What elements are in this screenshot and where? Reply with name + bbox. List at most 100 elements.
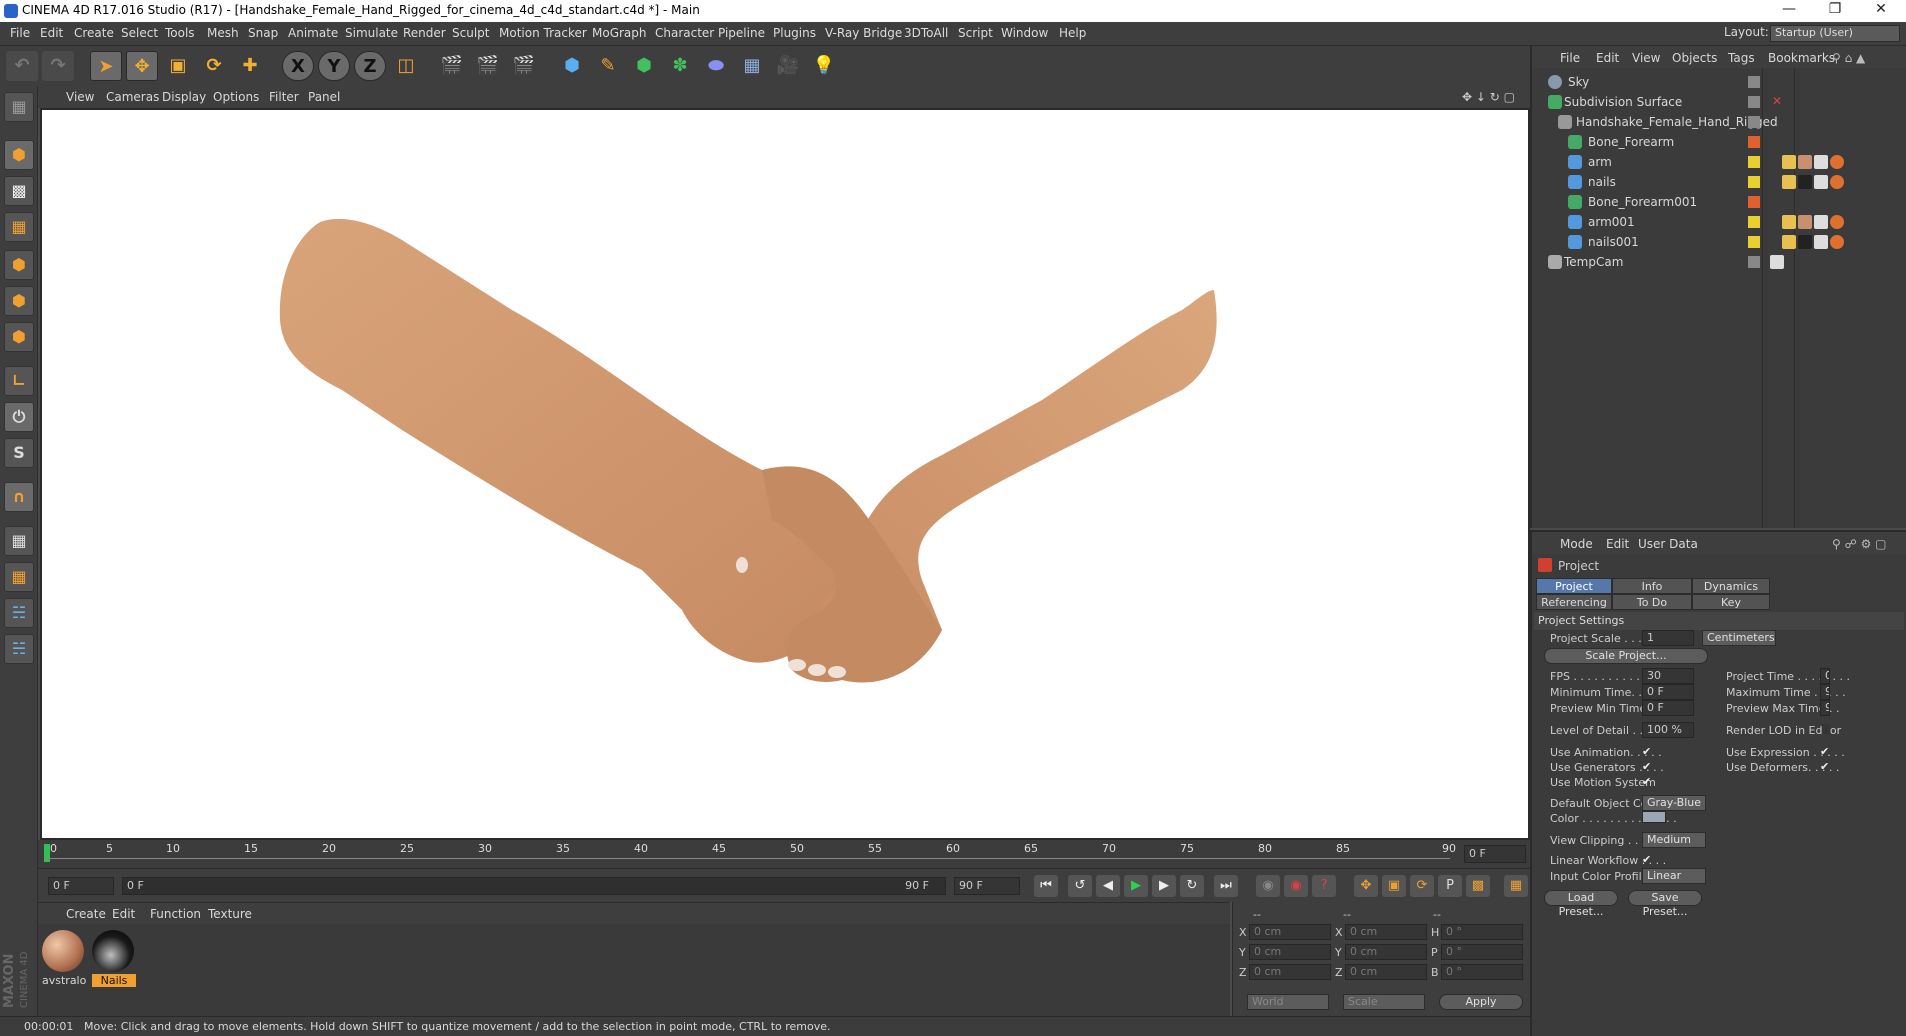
undo-button[interactable]: ↶ [6,51,38,81]
viewport-menu-cameras[interactable]: Cameras [106,90,159,104]
object-row-sky[interactable]: Sky [1532,72,1906,92]
object-menu-view[interactable]: View [1632,51,1660,65]
play-button[interactable]: ▶ [1124,875,1148,897]
autokey-button[interactable]: ◉ [1284,875,1308,897]
next-key-button[interactable]: ↻ [1180,875,1204,897]
next-frame-button[interactable]: ▶ [1152,875,1176,897]
material-menu-function[interactable]: Function [150,907,201,921]
material-tag-icon[interactable] [1798,215,1812,229]
attr-nav-icons[interactable]: ⚲ ☍ ⚙ ▢ [1832,537,1886,551]
tab-info[interactable]: Info [1612,578,1692,594]
viewport-menu-filter[interactable]: Filter [269,90,299,104]
material-nails[interactable]: Nails [92,930,136,987]
tab-to-do[interactable]: To Do [1612,594,1692,610]
menu-snap[interactable]: Snap [248,26,278,40]
3d-viewport[interactable] [40,108,1530,840]
object-menu-tags[interactable]: Tags [1728,51,1755,65]
material-tag-icon[interactable] [1798,235,1812,249]
material-tag-icon[interactable] [1798,175,1812,189]
project-scale-field[interactable]: 1 [1642,630,1694,646]
material-avstralo[interactable]: avstralo [42,930,86,987]
minimum-time-field[interactable]: 0 F [1642,684,1694,700]
size-z-field[interactable]: 0 cm [1345,964,1427,980]
axis-mode-button[interactable]: ∟ [4,366,34,396]
view-clipping-select[interactable]: Medium [1642,832,1706,848]
object-row-arm001[interactable]: arm001 [1532,212,1906,232]
menu-vray-bridge[interactable]: V-Ray Bridge [825,26,902,40]
linear-workflow-checkbox[interactable]: ✔ [1642,854,1654,866]
tab-dynamics[interactable]: Dynamics [1692,578,1770,594]
rotate-tool-button[interactable]: ⟳ [198,51,230,81]
skin-tag-icon[interactable] [1830,175,1844,189]
close-button[interactable]: ✕ [1858,1,1904,21]
menu-animate[interactable]: Animate [288,26,338,40]
fps-field[interactable]: 30 [1642,668,1694,684]
timeline-window-button[interactable]: ▦ [1504,875,1528,897]
planar-workplane-button[interactable]: ▦ [4,562,34,592]
goto-end-button[interactable]: ⏭ [1214,875,1238,897]
select-tool-button[interactable]: ➤ [90,51,122,81]
viewport-menu-panel[interactable]: Panel [308,90,340,104]
tab-referencing[interactable]: Referencing [1536,594,1612,610]
menu-render[interactable]: Render [403,26,446,40]
weight-tag-icon[interactable] [1782,155,1796,169]
menu-mograph[interactable]: MoGraph [592,26,647,40]
material-menu-edit[interactable]: Edit [112,907,135,921]
object-row-bone-forearm[interactable]: Bone_Forearm [1532,132,1906,152]
redo-button[interactable]: ↷ [42,51,74,81]
make-editable-button[interactable]: ▦ [4,92,34,122]
light-button[interactable]: 💡 [808,51,840,81]
position-z-field[interactable]: 0 cm [1249,964,1331,980]
object-row-tempcam[interactable]: TempCam [1532,252,1906,272]
search-icon[interactable]: ⚲ ⌂ ▲ [1832,51,1865,65]
frame-range-slider[interactable]: 0 F 90 F [122,877,946,895]
rotation-b-field[interactable]: 0 ° [1441,964,1523,980]
viewport-menu-view[interactable]: View [66,90,94,104]
goto-start-button[interactable]: ⏮ [1034,875,1058,897]
coordinate-system-button[interactable]: ◫ [390,51,422,81]
object-row-nails001[interactable]: nails001 [1532,232,1906,252]
coord-mode-select[interactable]: Scale [1343,994,1425,1010]
menu-script[interactable]: Script [958,26,993,40]
camera-button[interactable]: 🎥 [772,51,804,81]
object-menu-objects[interactable]: Objects [1672,51,1717,65]
menu-pipeline[interactable]: Pipeline [718,26,765,40]
tab-key-interpolation[interactable]: Key Interpolation [1692,594,1770,624]
object-row-bone-forearm001[interactable]: Bone_Forearm001 [1532,192,1906,212]
scale-tool-button[interactable]: ▣ [162,51,194,81]
target-tag-icon[interactable] [1770,255,1784,269]
save-preset-button[interactable]: Save Preset... [1628,890,1702,918]
spline-pen-button[interactable]: ✎ [592,51,624,81]
viewport-menu-options[interactable]: Options [213,90,259,104]
material-menu-create[interactable]: Create [66,907,106,921]
menu-character[interactable]: Character [655,26,714,40]
snap-button[interactable]: ∩ [4,482,34,512]
restore-button[interactable]: ❐ [1812,1,1858,21]
polygons-mode-button[interactable]: ⬢ [4,322,34,352]
prev-frame-button[interactable]: ◀ [1096,875,1120,897]
key-rotation-button[interactable]: ⟳ [1410,875,1434,897]
use-motion-system-checkbox[interactable]: ✔ [1642,776,1654,788]
object-row-arm[interactable]: arm [1532,152,1906,172]
lock-workplane-button[interactable]: ▦ [4,526,34,556]
position-y-field[interactable]: 0 cm [1249,944,1331,960]
rotation-p-field[interactable]: 0 ° [1441,944,1523,960]
subdivision-button[interactable]: ⬢ [628,51,660,81]
rotation-h-field[interactable]: 0 ° [1441,924,1523,940]
object-menu-edit[interactable]: Edit [1596,51,1619,65]
menu-sculpt[interactable]: Sculpt [452,26,489,40]
attr-menu-mode[interactable]: Mode [1560,537,1593,551]
python-2-button[interactable]: ☵ [4,634,34,664]
object-row-subdivision-surface[interactable]: Subdivision Surface ✕ [1532,92,1906,112]
menu-mesh[interactable]: Mesh [207,26,239,40]
viewport-nav-icons[interactable]: ✥ ↓ ↻ ▢ [1462,90,1515,104]
render-picture-viewer-button[interactable]: 🎬 [472,51,504,81]
weight-tag-icon[interactable] [1782,235,1796,249]
uvw-tag-icon[interactable] [1814,155,1828,169]
render-view-button[interactable]: 🎬 [436,51,468,81]
key-scale-button[interactable]: ▣ [1382,875,1406,897]
timeline-end-field[interactable]: 0 F [1464,845,1526,863]
apply-button[interactable]: Apply [1439,994,1523,1010]
object-menu-bookmarks[interactable]: Bookmarks [1768,51,1835,65]
object-row-nails[interactable]: nails [1532,172,1906,192]
